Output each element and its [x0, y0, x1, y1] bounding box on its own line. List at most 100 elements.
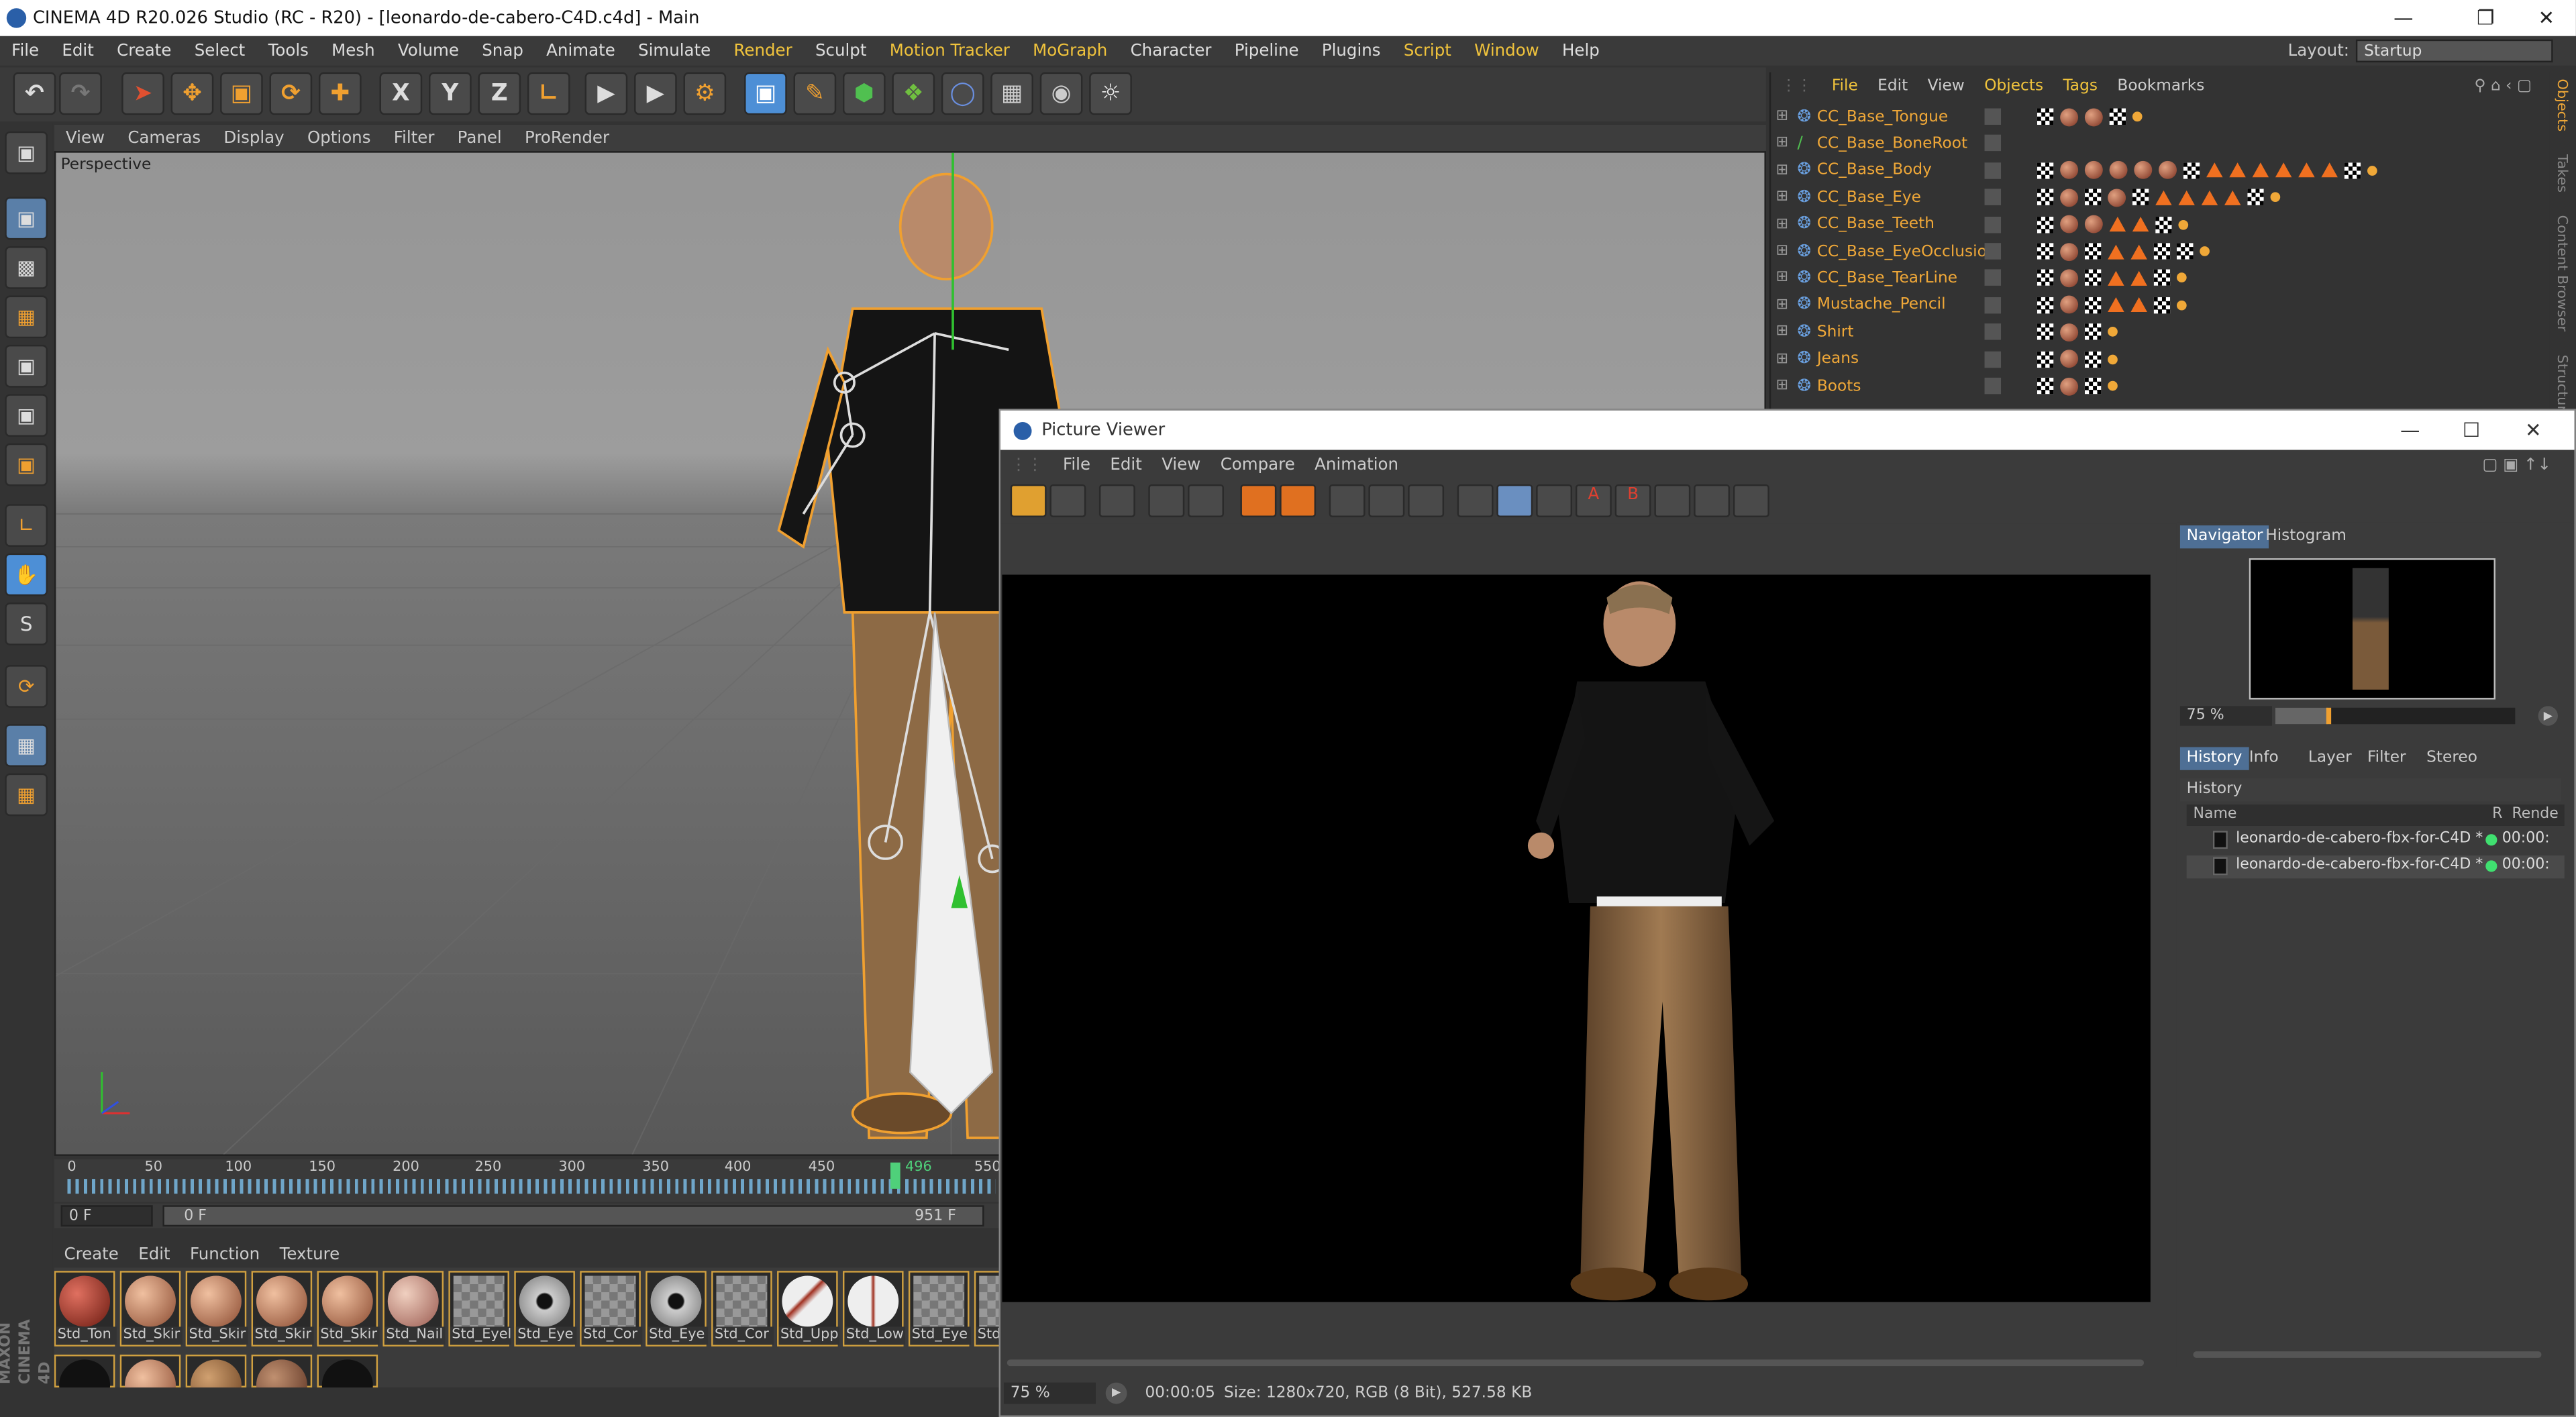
material-sphere-icon[interactable] [2060, 296, 2079, 315]
expand-icon[interactable]: ⊞ [1776, 189, 1788, 205]
object-name[interactable]: CC_Base_Tongue [1817, 107, 1948, 125]
material-sphere-icon[interactable] [2060, 350, 2079, 368]
object-row[interactable]: ⊞ ❂ Shirt [1771, 319, 2556, 345]
material-sphere-icon[interactable] [2109, 161, 2128, 180]
viewport-menu-filter[interactable]: Filter [382, 129, 446, 147]
tab-history[interactable]: History [2179, 747, 2249, 770]
texture-tag-icon[interactable] [2155, 216, 2172, 233]
visibility-toggle[interactable] [1984, 350, 2002, 368]
expand-icon[interactable]: ⊞ [1776, 243, 1788, 259]
material-tag-icon[interactable] [2108, 270, 2124, 286]
tab-filter[interactable]: Filter [2361, 747, 2412, 770]
texture-tag-icon[interactable] [2247, 189, 2264, 206]
object-name[interactable]: CC_Base_Teeth [1817, 215, 1935, 233]
menu-plugins[interactable]: Plugins [1310, 42, 1392, 60]
side-tab-content-browser[interactable]: Content Browser [2553, 216, 2569, 333]
material-swatch[interactable] [251, 1355, 313, 1387]
y-axis-lock-button[interactable]: Y [429, 72, 472, 115]
ab-compare-icon[interactable] [1457, 484, 1494, 517]
expand-icon[interactable]: ⊞ [1776, 270, 1788, 286]
timeline-ruler[interactable] [67, 1179, 996, 1194]
menu-select[interactable]: Select [183, 42, 257, 60]
material-tag-icon[interactable] [2224, 190, 2241, 205]
transform-tool-icon[interactable]: ✚ [318, 72, 362, 115]
make-editable-icon[interactable]: ▣ [5, 131, 48, 174]
material-sphere-icon[interactable] [2084, 215, 2103, 233]
viewport-menu-options[interactable]: Options [296, 129, 382, 147]
material-sphere-icon[interactable] [2108, 188, 2126, 207]
material-tag-icon[interactable] [2252, 163, 2269, 178]
material-tag-icon[interactable] [2321, 163, 2338, 178]
expand-icon[interactable]: ⊞ [1776, 109, 1788, 125]
workplane-lock-icon[interactable]: ▦ [5, 724, 48, 767]
texture-tag-icon[interactable] [2037, 270, 2054, 286]
tab-navigator[interactable]: Navigator [2179, 525, 2270, 549]
material-swatch[interactable]: Std_Nail [382, 1271, 446, 1347]
menu-animate[interactable]: Animate [535, 42, 627, 60]
menu-edit[interactable]: Edit [50, 42, 105, 60]
material-swatch[interactable] [119, 1355, 181, 1387]
texture-tag-icon[interactable] [2037, 323, 2054, 341]
interactive-render-icon[interactable] [1408, 484, 1445, 517]
material-menu-edit[interactable]: Edit [129, 1247, 181, 1265]
history-hscrollbar[interactable] [2193, 1351, 2542, 1358]
render-settings-icon[interactable]: ⚙ [683, 72, 727, 115]
object-row[interactable]: ⊞ ❂ CC_Base_Body [1771, 157, 2556, 183]
toggle-icon[interactable] [1733, 484, 1769, 517]
menu-create[interactable]: Create [105, 42, 183, 60]
set-a-icon[interactable]: A [1575, 484, 1612, 517]
pv-menu-animation[interactable]: Animation [1304, 456, 1408, 474]
object-row[interactable]: ⊞ ❂ CC_Base_TearLine [1771, 265, 2556, 291]
coordinate-system-icon[interactable]: ∟ [527, 72, 570, 115]
material-tag-icon[interactable] [2130, 244, 2147, 259]
object-row[interactable]: ⊞ ❂ Boots [1771, 373, 2556, 399]
snap-icon[interactable]: ⟳ [5, 665, 48, 708]
tweak-mode-icon[interactable]: ✋ [5, 553, 48, 596]
object-name[interactable]: CC_Base_Body [1817, 162, 1932, 180]
texture-tag-icon[interactable] [2084, 189, 2102, 206]
deformer-icon[interactable]: ◯ [941, 72, 984, 115]
objects-menu-view[interactable]: View [1918, 76, 1975, 95]
material-swatch[interactable] [317, 1355, 378, 1387]
expand-icon[interactable]: ⊞ [1776, 378, 1788, 394]
render-hscrollbar[interactable] [1007, 1359, 2145, 1367]
expand-icon[interactable]: ⊞ [1776, 324, 1788, 340]
region-render-icon[interactable] [1329, 484, 1366, 517]
maximize-button[interactable]: ❐ [2456, 0, 2515, 36]
objects-menu-file[interactable]: File [1822, 76, 1867, 95]
selection-tag-icon[interactable] [2176, 300, 2187, 311]
model-mode-icon[interactable]: ▣ [5, 197, 48, 240]
planar-workplane-icon[interactable]: ▦ [5, 773, 48, 817]
material-tag-icon[interactable] [2155, 190, 2172, 205]
solo-mode-icon[interactable]: S [5, 602, 48, 645]
pen-spline-icon[interactable]: ✎ [793, 72, 837, 115]
object-name[interactable]: CC_Base_Eye [1817, 189, 1921, 207]
material-swatch[interactable]: Std_Cor [711, 1271, 774, 1347]
pv-maximize-button[interactable]: ☐ [2463, 419, 2480, 441]
material-tag-icon[interactable] [2109, 217, 2126, 232]
timeline[interactable]: 0 50 100 150 200 250 300 350 400 450 496… [54, 1159, 1001, 1202]
selection-tag-icon[interactable] [2200, 246, 2210, 256]
copy-icon[interactable] [1240, 484, 1277, 517]
menu-window[interactable]: Window [1463, 42, 1551, 60]
material-tag-icon[interactable] [2178, 190, 2195, 205]
region-select-icon[interactable] [1368, 484, 1405, 517]
objects-menu-tags[interactable]: Tags [2053, 76, 2108, 95]
zoom-slider[interactable] [2275, 707, 2516, 725]
material-sphere-icon[interactable] [2060, 161, 2079, 180]
pv-menu-file[interactable]: File [1053, 456, 1100, 474]
ab-split-icon[interactable] [1536, 484, 1573, 517]
navigator-zoom-field[interactable]: 75 % [2179, 706, 2272, 726]
move-tool-icon[interactable]: ✥ [170, 72, 214, 115]
paste-icon[interactable] [1280, 484, 1317, 517]
texture-tag-icon[interactable] [2084, 270, 2102, 286]
menu-tools[interactable]: Tools [256, 42, 320, 60]
material-tag-icon[interactable] [2229, 163, 2246, 178]
edges-mode-icon[interactable]: ▣ [5, 394, 48, 437]
material-swatch[interactable]: Std [974, 1271, 999, 1347]
material-swatch[interactable]: Std_Skir [185, 1271, 248, 1347]
viewport-menu-view[interactable]: View [54, 129, 116, 147]
tab-layer[interactable]: Layer [2302, 747, 2358, 770]
material-swatch[interactable]: Std_Eye [514, 1271, 577, 1347]
material-tag-icon[interactable] [2206, 163, 2223, 178]
